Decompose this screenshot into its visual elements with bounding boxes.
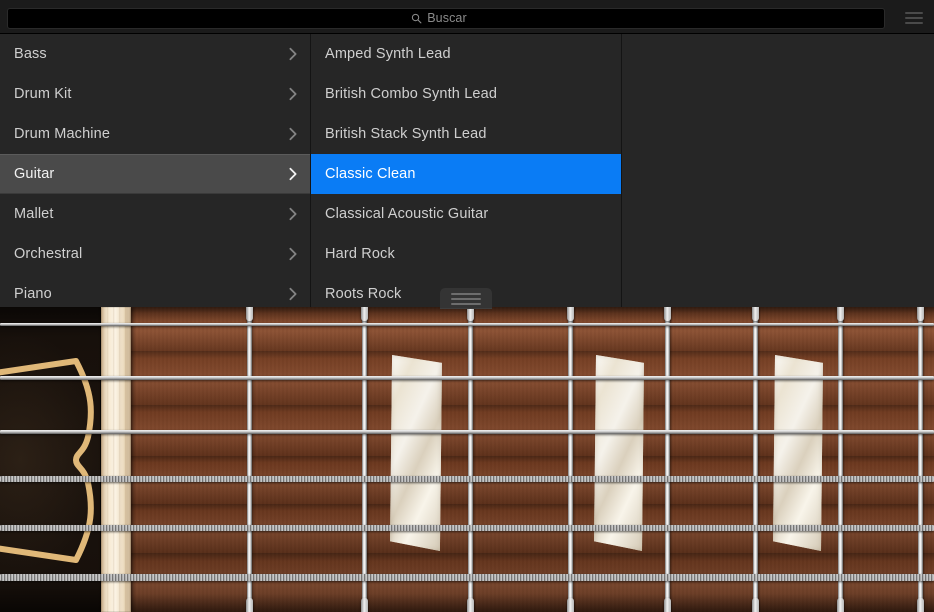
handle-line (451, 293, 481, 295)
guitar-fret (568, 307, 573, 612)
browser-row[interactable]: Piano (0, 274, 310, 307)
browser-row-label: Guitar (14, 166, 288, 182)
fret-end-cap (837, 598, 844, 612)
fretboard-surface[interactable] (131, 307, 934, 612)
fret-end-cap (917, 598, 924, 612)
fret-end-cap (664, 598, 671, 612)
browser-resize-handle[interactable] (440, 288, 492, 309)
patch-browser: Bass Drum Kit Drum Machine Guitar Mallet Orch… (0, 34, 934, 307)
guitar-fret (838, 307, 843, 612)
hamburger-line (905, 12, 923, 14)
guitar-nut (101, 307, 131, 612)
top-bar: Buscar (0, 0, 934, 34)
browser-column-patches[interactable]: Amped Synth Lead British Combo Synth Lead… (311, 34, 622, 307)
guitar-fretboard[interactable] (0, 307, 934, 612)
browser-row-label: British Stack Synth Lead (325, 126, 609, 142)
browser-row-label: Classic Clean (325, 166, 609, 182)
headstock-trim-icon (0, 353, 101, 568)
browser-row-label: Bass (14, 46, 288, 62)
fret-position-marker (594, 355, 644, 551)
browser-row[interactable]: Orchestral (0, 234, 310, 274)
fret-end-cap (361, 598, 368, 612)
chevron-right-icon (288, 247, 298, 261)
handle-line (451, 303, 481, 305)
browser-row-label: Drum Kit (14, 86, 288, 102)
browser-row[interactable]: Amped Synth Lead (311, 34, 621, 74)
guitar-headstock (0, 307, 101, 612)
guitar-fret (247, 307, 252, 612)
chevron-right-icon (288, 87, 298, 101)
fret-end-cap (752, 598, 759, 612)
browser-row-label: Classical Acoustic Guitar (325, 206, 609, 222)
guitar-fret (665, 307, 670, 612)
browser-row[interactable]: Guitar (0, 154, 310, 194)
fret-end-cap (567, 598, 574, 612)
hamburger-line (905, 22, 923, 24)
browser-row[interactable]: Bass (0, 34, 310, 74)
fret-end-cap (917, 307, 924, 321)
browser-column-detail[interactable] (622, 34, 934, 307)
fret-end-cap (467, 307, 474, 321)
chevron-right-icon (288, 47, 298, 61)
chevron-right-icon (288, 207, 298, 221)
search-placeholder-text: Buscar (427, 12, 467, 25)
fret-position-marker (390, 355, 442, 551)
search-input[interactable]: Buscar (7, 8, 885, 29)
chevron-right-icon (288, 287, 298, 301)
browser-row-label: Mallet (14, 206, 288, 222)
handle-line (451, 298, 481, 300)
fret-end-cap (837, 307, 844, 321)
fret-end-cap (467, 598, 474, 612)
guitar-fret (362, 307, 367, 612)
hamburger-menu-icon[interactable] (899, 5, 929, 31)
browser-row-label: Amped Synth Lead (325, 46, 609, 62)
browser-row[interactable]: Classic Clean (311, 154, 621, 194)
guitar-fret (918, 307, 923, 612)
fret-end-cap (567, 307, 574, 321)
fret-end-cap (664, 307, 671, 321)
browser-row-label: Hard Rock (325, 246, 609, 262)
browser-row[interactable]: British Combo Synth Lead (311, 74, 621, 114)
fret-end-cap (361, 307, 368, 321)
browser-column-categories[interactable]: Bass Drum Kit Drum Machine Guitar Mallet Orch… (0, 34, 311, 307)
browser-row-label: Drum Machine (14, 126, 288, 142)
browser-row[interactable]: Drum Machine (0, 114, 310, 154)
fret-position-marker (773, 355, 823, 551)
fret-end-cap (246, 307, 253, 321)
browser-row-label: British Combo Synth Lead (325, 86, 609, 102)
guitar-fret (753, 307, 758, 612)
search-input-content: Buscar (411, 12, 467, 25)
browser-row-label: Piano (14, 286, 288, 302)
browser-row[interactable]: British Stack Synth Lead (311, 114, 621, 154)
browser-row[interactable]: Drum Kit (0, 74, 310, 114)
garageband-window: Buscar Bass Drum Kit Drum Machine Guitar Mal… (0, 0, 934, 612)
search-icon (411, 13, 422, 24)
fret-end-cap (752, 307, 759, 321)
browser-row-label: Orchestral (14, 246, 288, 262)
browser-row[interactable]: Mallet (0, 194, 310, 234)
chevron-right-icon (288, 167, 298, 181)
hamburger-line (905, 17, 923, 19)
guitar-fret (468, 307, 473, 612)
browser-row[interactable]: Classical Acoustic Guitar (311, 194, 621, 234)
chevron-right-icon (288, 127, 298, 141)
fret-end-cap (246, 598, 253, 612)
browser-row[interactable]: Hard Rock (311, 234, 621, 274)
